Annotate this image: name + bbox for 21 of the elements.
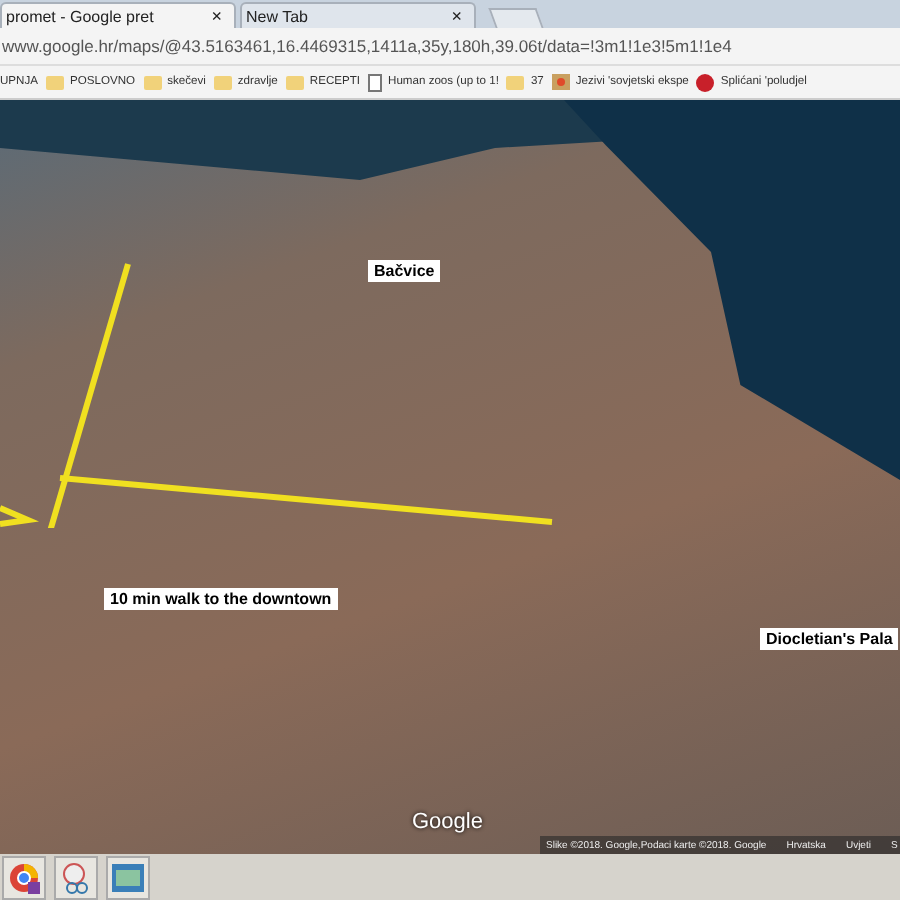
folder-icon (506, 74, 525, 90)
taskbar-button[interactable] (106, 855, 150, 899)
photo-viewer-icon (112, 863, 144, 891)
browser-tab[interactable]: promet - Google pret × (0, 2, 236, 28)
map-label: 10 min walk to the downtown (104, 588, 338, 610)
circle-icon (696, 73, 715, 91)
taskbar-button[interactable] (54, 855, 98, 899)
close-icon[interactable]: × (211, 6, 222, 26)
image-icon (551, 74, 570, 90)
folder-icon (143, 74, 162, 90)
close-icon[interactable]: × (451, 6, 462, 26)
folder-icon (46, 74, 65, 90)
map-logo: Google (412, 810, 483, 834)
page-icon (368, 73, 383, 91)
map-label: Bačvice (368, 260, 441, 282)
browser-icon (8, 861, 40, 893)
browser-tab[interactable]: New Tab × (240, 2, 476, 28)
folder-icon (213, 74, 232, 90)
taskbar-button[interactable] (2, 855, 46, 899)
map-label: Diocletian's Pala (760, 628, 899, 650)
folder-icon (285, 74, 304, 90)
